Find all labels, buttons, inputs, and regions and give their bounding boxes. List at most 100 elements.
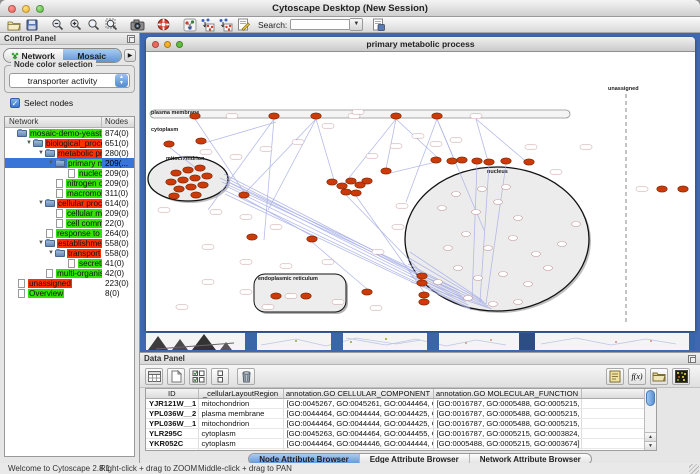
- network-node[interactable]: [362, 178, 372, 184]
- network-node[interactable]: [419, 299, 429, 305]
- attribute-table[interactable]: ID_cellularLayoutRegionannotation.GO CEL…: [146, 389, 647, 451]
- network-node-label[interactable]: [322, 124, 334, 128]
- scrollbar-thumb[interactable]: [646, 390, 655, 406]
- nucleus-node[interactable]: [444, 246, 453, 251]
- network-node-label[interactable]: [332, 300, 344, 304]
- network-node-label[interactable]: [372, 250, 384, 254]
- nucleus-node[interactable]: [514, 300, 523, 305]
- tree-row[interactable]: cellular metabol209(0): [5, 208, 134, 218]
- nucleus-node[interactable]: [502, 185, 511, 190]
- search-dropdown-button[interactable]: ▼: [350, 18, 363, 31]
- attr-column-header[interactable]: ID: [146, 389, 198, 399]
- network-node-label[interactable]: [210, 210, 222, 214]
- network-node-label[interactable]: [348, 114, 360, 118]
- tree-row[interactable]: cell communicat22(0): [5, 218, 134, 228]
- network-node[interactable]: [174, 186, 184, 192]
- notes-icon[interactable]: [606, 368, 624, 385]
- network-node[interactable]: [171, 170, 181, 176]
- network-node[interactable]: [431, 157, 441, 163]
- network-node[interactable]: [178, 177, 188, 183]
- background-windows[interactable]: [146, 333, 695, 350]
- network-node-label[interactable]: [412, 134, 424, 138]
- network-node-label[interactable]: [370, 306, 382, 310]
- network-node[interactable]: [457, 157, 467, 163]
- network-node-label[interactable]: [430, 142, 442, 146]
- attr-column-header[interactable]: _cellularLayoutRegion: [198, 389, 283, 399]
- network-canvas[interactable]: plasma membranecytoplasmmitochondrionnuc…: [146, 52, 695, 331]
- network-node[interactable]: [202, 173, 212, 179]
- network-node[interactable]: [327, 179, 337, 185]
- network-node[interactable]: [183, 167, 193, 173]
- network-node[interactable]: [190, 175, 200, 181]
- nucleus-node[interactable]: [558, 242, 567, 247]
- tree-row[interactable]: response to stimulu264(0): [5, 228, 134, 238]
- tree-row[interactable]: nucleobase-209(0): [5, 168, 134, 178]
- tree-row[interactable]: ▼cellular process614(0): [5, 198, 134, 208]
- attr-column-header[interactable]: annotation.GO MOLECULAR_FUNCTION: [433, 389, 581, 399]
- save-icon[interactable]: [24, 18, 39, 32]
- network-node-label[interactable]: [285, 294, 297, 298]
- network-node[interactable]: [501, 158, 511, 164]
- nucleus-node[interactable]: [434, 280, 443, 285]
- data-panel-float-icon[interactable]: [688, 355, 696, 363]
- import-folder-icon[interactable]: [650, 368, 668, 385]
- tree-expander-icon[interactable]: ▼: [37, 199, 45, 207]
- nucleus-node[interactable]: [454, 266, 463, 271]
- nucleus-node[interactable]: [474, 276, 483, 281]
- help-lifering-icon[interactable]: [156, 18, 171, 32]
- network-node[interactable]: [341, 189, 351, 195]
- network-node[interactable]: [169, 193, 179, 199]
- network-node-label[interactable]: [550, 170, 562, 174]
- nucleus-node[interactable]: [464, 296, 473, 301]
- network-node[interactable]: [164, 141, 174, 147]
- network-node-label[interactable]: [580, 145, 592, 149]
- network-node[interactable]: [417, 273, 427, 279]
- attr-table-row[interactable]: YPL036W__1mitochondrion[GO:0044464, GO:0…: [146, 419, 646, 429]
- apply-layout-b-icon[interactable]: [218, 18, 233, 32]
- scroll-up-button[interactable]: ▲: [645, 432, 656, 441]
- nucleus-node[interactable]: [494, 200, 503, 205]
- tree-row[interactable]: ▼primary metabol209(...: [5, 158, 134, 168]
- nucleus-node[interactable]: [532, 252, 541, 257]
- nucleus-node[interactable]: [509, 236, 518, 241]
- tree-expander-icon[interactable]: ▼: [47, 249, 55, 257]
- column-network[interactable]: Network: [5, 117, 102, 127]
- column-nodes[interactable]: Nodes: [102, 117, 134, 127]
- nucleus-node[interactable]: [489, 302, 498, 307]
- network-node-label[interactable]: [202, 280, 214, 284]
- nucleus-node[interactable]: [572, 222, 581, 227]
- matrix-view-icon[interactable]: [672, 368, 690, 385]
- scroll-down-button[interactable]: ▼: [645, 441, 656, 450]
- nucleus-node[interactable]: [514, 216, 523, 221]
- vertical-scrollbar[interactable]: ▲ ▼: [644, 389, 656, 450]
- network-view-titlebar[interactable]: primary metabolic process: [146, 37, 695, 52]
- search-input[interactable]: [290, 19, 350, 30]
- attr-column-header[interactable]: [581, 389, 646, 399]
- network-node[interactable]: [195, 165, 205, 171]
- apply-layout-a-icon[interactable]: [200, 18, 215, 32]
- network-node-label[interactable]: [392, 225, 404, 229]
- network-node[interactable]: [472, 158, 482, 164]
- network-node-label[interactable]: [396, 204, 408, 208]
- snapshot-camera-icon[interactable]: [130, 18, 145, 32]
- network-node-label[interactable]: [202, 245, 214, 249]
- node-color-dropdown[interactable]: transporter activity ▲▼: [9, 73, 130, 88]
- network-node-label[interactable]: [200, 150, 212, 154]
- network-node[interactable]: [186, 184, 196, 190]
- nucleus-node[interactable]: [484, 246, 493, 251]
- attr-table-row[interactable]: YLR295Ccytoplasm[GO:0045263, GO:0044464,…: [146, 429, 646, 439]
- network-node-label[interactable]: [636, 187, 648, 191]
- network-node[interactable]: [678, 186, 688, 192]
- network-node[interactable]: [484, 159, 494, 165]
- tree-row[interactable]: mosaic-demo-yeast874(0): [5, 128, 134, 138]
- network-node[interactable]: [391, 113, 401, 119]
- network-node[interactable]: [362, 289, 372, 295]
- tree-row[interactable]: nitrogen compo209(0): [5, 178, 134, 188]
- open-folder-icon[interactable]: [6, 18, 21, 32]
- zoom-selected-icon[interactable]: [104, 18, 119, 32]
- network-node[interactable]: [447, 158, 457, 164]
- tab-scroll-right-button[interactable]: ▶: [124, 49, 136, 62]
- network-overview-icon[interactable]: [182, 18, 197, 32]
- resize-grip[interactable]: [689, 464, 699, 474]
- network-node[interactable]: [381, 168, 391, 174]
